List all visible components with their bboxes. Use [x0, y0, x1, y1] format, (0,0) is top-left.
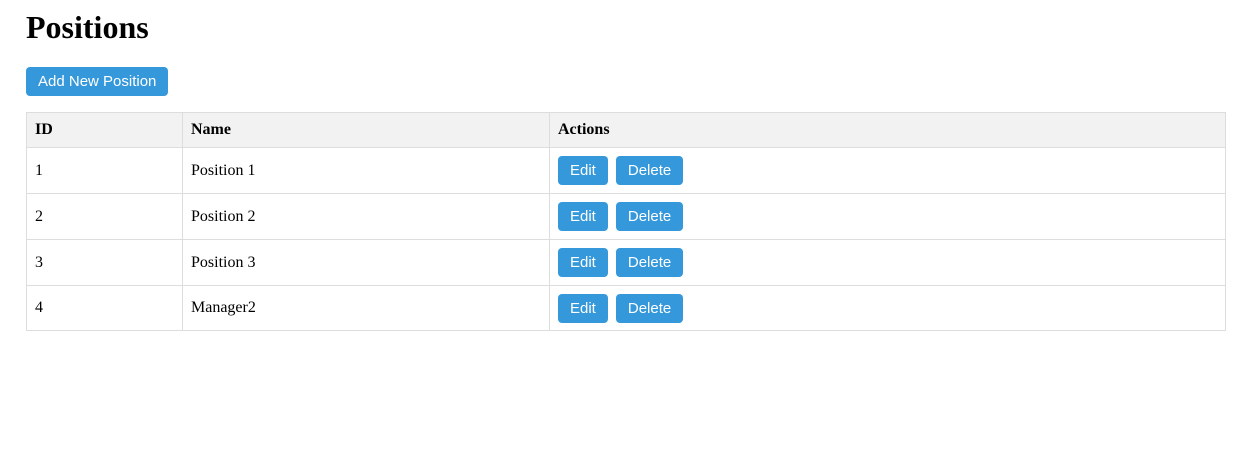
cell-id: 1	[26, 147, 183, 194]
page-container: Positions Add New Position ID Name Actio…	[0, 0, 1256, 331]
table-header-row: ID Name Actions	[26, 112, 1226, 148]
cell-id: 2	[26, 193, 183, 240]
edit-button[interactable]: Edit	[558, 202, 608, 231]
column-header-actions: Actions	[549, 112, 1226, 148]
table-body: 1 Position 1 Edit Delete 2 Position 2 Ed…	[26, 147, 1226, 331]
cell-name: Manager2	[182, 285, 550, 331]
cell-name: Position 1	[182, 147, 550, 194]
edit-button[interactable]: Edit	[558, 248, 608, 277]
cell-actions: Edit Delete	[549, 285, 1226, 331]
column-header-id: ID	[26, 112, 183, 148]
delete-button[interactable]: Delete	[615, 156, 684, 185]
cell-name: Position 3	[182, 239, 550, 286]
cell-name: Position 2	[182, 193, 550, 240]
table-row: 1 Position 1 Edit Delete	[26, 147, 1226, 194]
edit-button[interactable]: Edit	[558, 293, 608, 323]
column-header-name: Name	[182, 112, 550, 148]
add-new-position-button[interactable]: Add New Position	[26, 67, 169, 96]
page-title: Positions	[26, 9, 149, 45]
table-row: 2 Position 2 Edit Delete	[26, 193, 1226, 240]
edit-button[interactable]: Edit	[558, 156, 608, 185]
table-header: ID Name Actions	[26, 112, 1226, 148]
cell-id: 3	[26, 239, 183, 286]
cell-actions: Edit Delete	[549, 239, 1226, 286]
delete-button[interactable]: Delete	[615, 202, 684, 231]
table-row: 4 Manager2 Edit Delete	[26, 285, 1226, 331]
cell-id: 4	[26, 285, 183, 331]
delete-button[interactable]: Delete	[615, 293, 684, 323]
cell-actions: Edit Delete	[549, 193, 1226, 240]
delete-button[interactable]: Delete	[615, 248, 684, 277]
cell-actions: Edit Delete	[549, 147, 1226, 194]
positions-table: ID Name Actions 1 Position 1 Edit Delete…	[26, 112, 1226, 331]
table-row: 3 Position 3 Edit Delete	[26, 239, 1226, 286]
